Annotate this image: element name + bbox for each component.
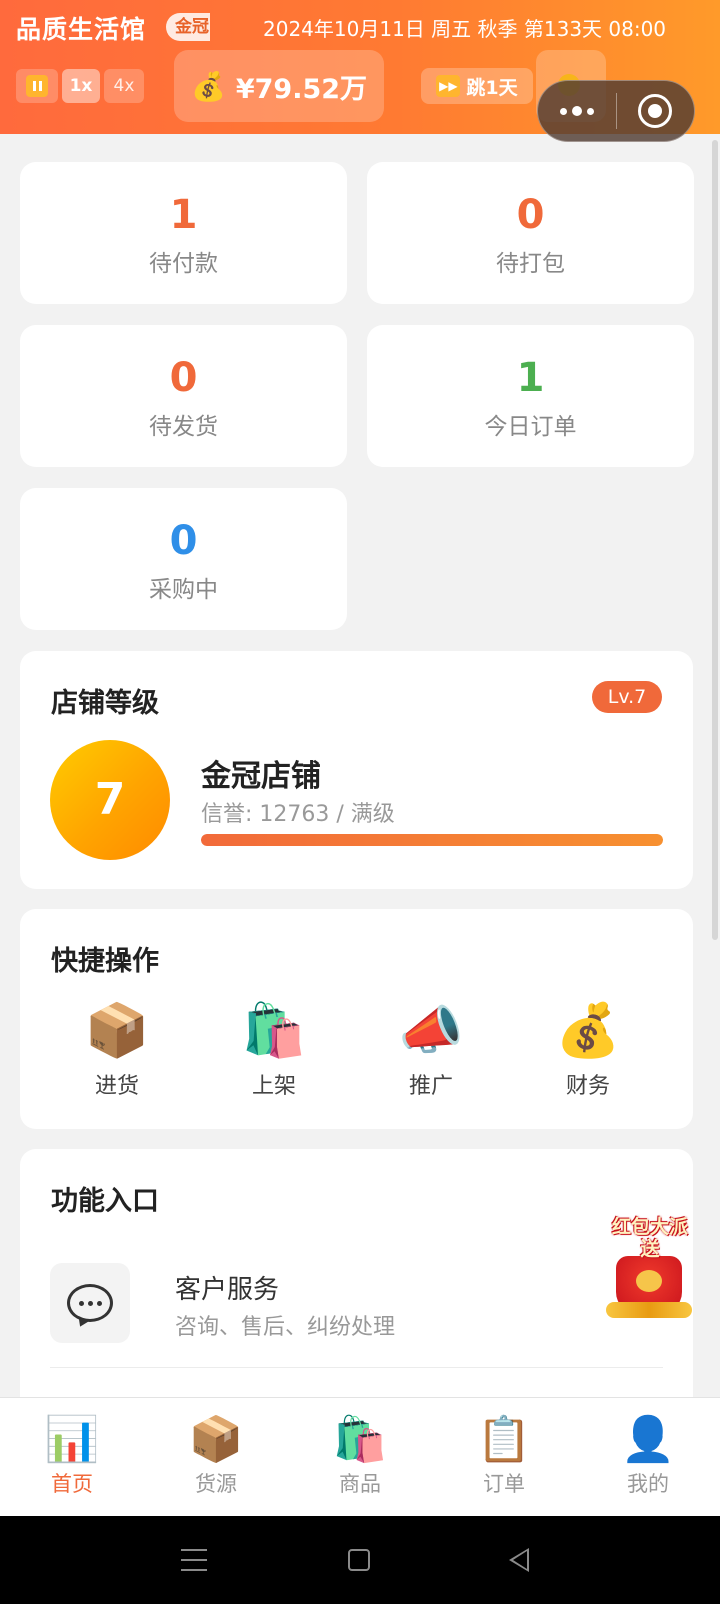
tab-products[interactable]: 🛍️ 商品 <box>300 1414 420 1498</box>
rank-badge: 金冠 <box>166 13 210 41</box>
fast-forward-icon: ▶▶ <box>436 75 461 97</box>
pause-icon <box>26 75 48 97</box>
speed-controls: 1x 4x <box>16 69 144 103</box>
pause-button[interactable] <box>16 69 58 103</box>
bar-chart-icon: 📊 <box>44 1414 100 1465</box>
features-card: 功能入口 客户服务 咨询、售后、纠纷处理 <box>20 1149 693 1429</box>
quick-action-list[interactable]: 🛍️ 上架 <box>214 998 334 1100</box>
megaphone-icon: 📣 <box>398 1001 464 1061</box>
money-bag-icon: 💰 <box>190 69 226 103</box>
stat-label: 待付款 <box>149 251 218 277</box>
bottom-tab-bar: 📊 首页 📦 货源 🛍️ 商品 📋 订单 👤 我的 <box>0 1397 720 1516</box>
stat-label: 采购中 <box>149 577 218 603</box>
store-level-card: 店铺等级 Lv.7 7 金冠店铺 信誉: 12763 / 满级 <box>20 651 693 889</box>
system-nav-bar <box>0 1516 720 1604</box>
back-button[interactable] <box>509 1548 529 1572</box>
stat-card-pending-payment[interactable]: 1 待付款 <box>20 162 347 304</box>
skip-day-button[interactable]: ▶▶ 跳1天 <box>421 68 533 104</box>
feature-description: 咨询、售后、纠纷处理 <box>175 1315 396 1340</box>
quick-action-promote[interactable]: 📣 推广 <box>371 998 491 1100</box>
stat-card-today-orders[interactable]: 1 今日订单 <box>367 325 694 467</box>
level-progress-bar <box>201 834 663 846</box>
level-number-circle: 7 <box>50 740 170 860</box>
quick-action-label: 上架 <box>251 1074 296 1099</box>
clipboard-icon: 📋 <box>476 1414 532 1465</box>
quick-action-label: 财务 <box>565 1074 610 1099</box>
tab-home[interactable]: 📊 首页 <box>12 1414 132 1498</box>
more-options-button[interactable] <box>538 80 616 142</box>
home-button[interactable] <box>348 1549 370 1571</box>
quick-actions-card: 快捷操作 📦 进货 🛍️ 上架 📣 推广 💰 财务 <box>20 909 693 1129</box>
scrollbar[interactable] <box>712 140 718 940</box>
close-miniprogram-button[interactable] <box>617 80 695 142</box>
tab-label: 首页 <box>51 1472 93 1496</box>
skip-day-label: 跳1天 <box>466 76 518 99</box>
quick-actions-title: 快捷操作 <box>51 946 159 977</box>
recent-apps-button[interactable] <box>181 1549 207 1571</box>
target-circle-icon <box>638 94 673 128</box>
feature-divider <box>50 1367 663 1368</box>
red-packet-float-button[interactable]: 红包大派送 <box>606 1216 692 1320</box>
level-credit: 信誉: 12763 / 满级 <box>201 802 395 827</box>
stat-value: 1 <box>169 192 198 238</box>
quick-action-finance[interactable]: 💰 财务 <box>528 998 648 1100</box>
tab-sources[interactable]: 📦 货源 <box>156 1414 276 1498</box>
stat-label: 待发货 <box>149 414 218 440</box>
tab-orders[interactable]: 📋 订单 <box>444 1414 564 1498</box>
user-icon: 👤 <box>620 1414 676 1465</box>
stat-label: 今日订单 <box>484 414 577 440</box>
level-card-title: 店铺等级 <box>51 688 159 719</box>
red-packet-text: 红包大派送 <box>611 1216 688 1260</box>
stat-card-pending-pack[interactable]: 0 待打包 <box>367 162 694 304</box>
level-name: 金冠店铺 <box>201 759 321 794</box>
shopping-bags-icon: 🛍️ <box>241 1001 307 1061</box>
tab-label: 订单 <box>483 1472 525 1496</box>
feature-icon-box <box>50 1263 130 1343</box>
miniprogram-capsule <box>537 80 695 142</box>
speed-1x-button[interactable]: 1x <box>62 69 100 103</box>
tab-label: 货源 <box>195 1472 237 1496</box>
money-bag-icon: 💰 <box>555 1001 621 1061</box>
gold-coins-icon <box>606 1302 692 1318</box>
stat-label: 待打包 <box>496 251 565 277</box>
level-badge: Lv.7 <box>592 681 662 713</box>
chat-bubble-icon <box>67 1284 113 1322</box>
stat-value: 1 <box>516 355 545 401</box>
money-value: ¥79.52万 <box>235 73 368 105</box>
stat-card-purchasing[interactable]: 0 采购中 <box>20 488 347 630</box>
store-name: 品质生活馆 <box>16 15 147 44</box>
feature-title: 客户服务 <box>175 1275 280 1305</box>
stat-value: 0 <box>169 355 198 401</box>
tab-label: 商品 <box>339 1472 381 1496</box>
stat-value: 0 <box>169 518 198 564</box>
quick-action-stock[interactable]: 📦 进货 <box>57 998 177 1100</box>
money-display: 💰 ¥79.52万 <box>174 50 384 122</box>
feature-customer-service[interactable]: 客户服务 咨询、售后、纠纷处理 <box>50 1263 663 1343</box>
package-icon: 📦 <box>188 1414 244 1465</box>
speed-4x-button[interactable]: 4x <box>104 69 144 103</box>
stat-card-pending-ship[interactable]: 0 待发货 <box>20 325 347 467</box>
quick-action-label: 推广 <box>408 1074 453 1099</box>
shopping-bags-icon: 🛍️ <box>332 1414 388 1465</box>
features-title: 功能入口 <box>51 1186 159 1217</box>
tab-label: 我的 <box>627 1472 669 1496</box>
stat-value: 0 <box>516 192 545 238</box>
quick-action-label: 进货 <box>94 1074 139 1099</box>
game-date: 2024年10月11日 周五 秋季 第133天 08:00 <box>263 17 667 41</box>
tab-profile[interactable]: 👤 我的 <box>588 1414 708 1498</box>
package-icon: 📦 <box>84 1001 150 1061</box>
level-progress-fill <box>201 834 663 846</box>
